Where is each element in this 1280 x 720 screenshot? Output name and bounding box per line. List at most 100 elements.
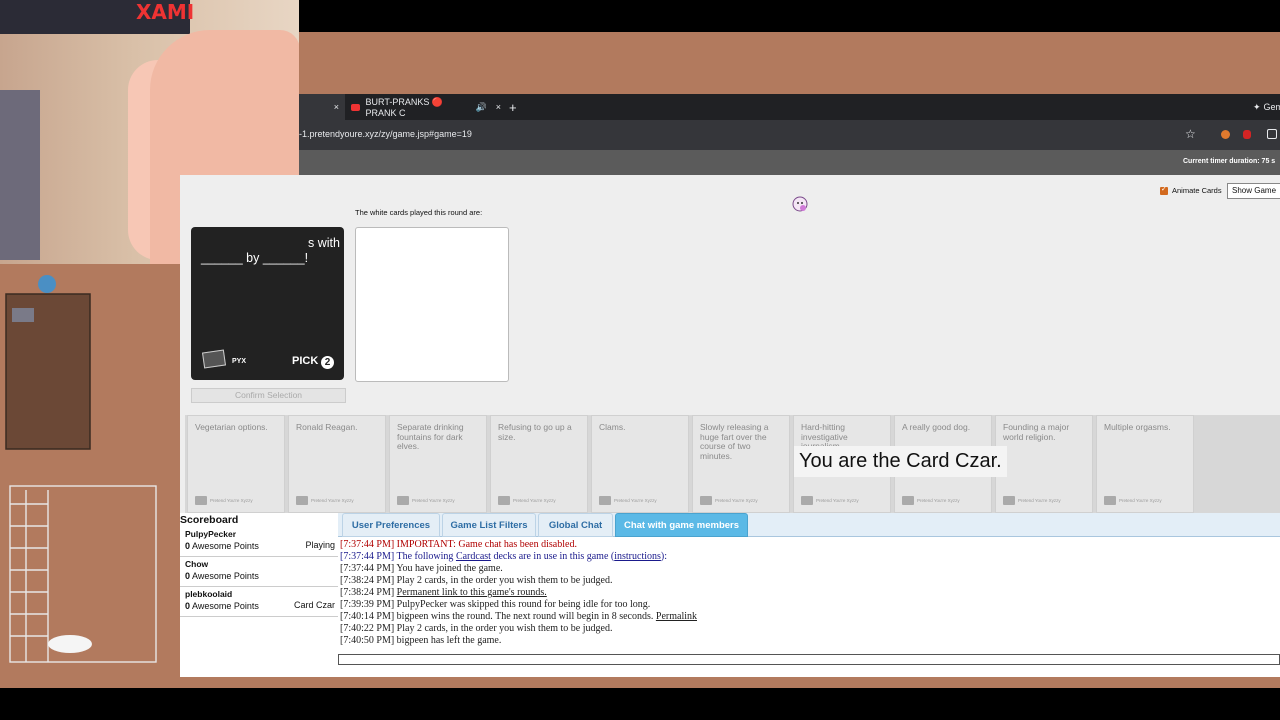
stream-drawing — [0, 264, 180, 688]
extension-shield-icon[interactable] — [1243, 130, 1251, 139]
drawing-knob — [12, 308, 34, 322]
chat-timestamp: [7:40:14 PM] — [340, 611, 395, 622]
black-card: s with ______ by ______! PYX PICK 2 — [191, 227, 344, 380]
player-points: 0 — [185, 601, 191, 611]
poster-text: XAMI — [136, 0, 195, 24]
browser-tab-bar: × BURT-PRANKS 🔴 PRANK C 🔊 × + ✦ Gem — [299, 94, 1280, 120]
hand-card-footer: Pretend You're Xyzzy — [599, 496, 657, 505]
hand-card[interactable]: Vegetarian options. Pretend You're Xyzzy — [187, 415, 285, 513]
hand-card[interactable]: Clams. Pretend You're Xyzzy — [591, 415, 689, 513]
drawing-pig — [48, 635, 92, 653]
pyx-mini-icon — [498, 496, 510, 505]
player-points-label: Awesome Points — [192, 541, 259, 551]
gemini-label: Gem — [1263, 102, 1280, 112]
tab-close-icon[interactable]: × — [334, 102, 339, 112]
chat-timestamp: [7:37:44 PM] — [340, 539, 395, 550]
drawing-lamp — [38, 275, 56, 293]
chat-line: [7:40:14 PM] bigpeen wins the round. The… — [340, 611, 697, 622]
pyx-mini-icon — [296, 496, 308, 505]
chat-line: [7:37:44 PM] The following Cardcast deck… — [340, 551, 667, 562]
hand-card-footer: Pretend You're Xyzzy — [801, 496, 859, 505]
game-page: ✓ Animate Cards Show Game The white card… — [180, 175, 1280, 677]
show-game-button[interactable]: Show Game — [1227, 183, 1280, 199]
hand-card-text: A really good dog. — [902, 422, 971, 432]
tab-user-preferences[interactable]: User Preferences — [342, 513, 440, 537]
animate-cards-checkbox[interactable]: ✓ — [1160, 186, 1168, 195]
wall-poster: XAMI — [0, 0, 194, 34]
hand-card[interactable]: Multiple orgasms. Pretend You're Xyzzy — [1096, 415, 1194, 513]
tab-game-list-filters[interactable]: Game List Filters — [442, 513, 536, 537]
hand-card-text: Refusing to go up a size. — [498, 422, 572, 442]
scoreboard-player-row: PulpyPecker 0 Awesome Points Playing — [180, 527, 338, 557]
played-white-card-slot — [355, 227, 509, 382]
player-status: Playing — [305, 540, 335, 550]
hand-card-footer-text: Pretend You're Xyzzy — [1119, 498, 1162, 503]
tab-chat-with-game-members[interactable]: Chat with game members — [615, 513, 748, 537]
player-points-label: Awesome Points — [192, 601, 259, 611]
new-tab-button[interactable]: + — [509, 94, 517, 120]
instructions-link[interactable]: instructions — [614, 551, 661, 562]
tab-title: BURT-PRANKS 🔴 PRANK C — [365, 96, 444, 118]
browser-tab-active[interactable]: × — [299, 94, 345, 120]
hand-card[interactable]: Refusing to go up a size. Pretend You're … — [490, 415, 588, 513]
hand-card-footer: Pretend You're Xyzzy — [1003, 496, 1061, 505]
permanent-link[interactable]: Permanent link to this game's rounds. — [397, 587, 547, 598]
youtube-icon — [351, 103, 360, 111]
pyx-mini-icon — [801, 496, 813, 505]
tab-global-chat[interactable]: Global Chat — [538, 513, 613, 537]
extensions-puzzle-icon[interactable] — [1267, 129, 1277, 139]
extension-icon[interactable] — [1221, 130, 1230, 139]
speaker-icon[interactable]: 🔊 — [476, 102, 487, 113]
chat-text: Play 2 cards, in the order you wish them… — [396, 575, 613, 586]
shelf — [0, 90, 40, 260]
pyx-mini-icon — [195, 496, 207, 505]
bottom-tab-bar: User Preferences Game List Filters Globa… — [338, 513, 1280, 537]
pyx-mini-icon — [1104, 496, 1116, 505]
chat-timestamp: [7:38:24 PM] — [340, 587, 395, 598]
pyx-logo-icon — [201, 349, 227, 369]
hand-card-text: Slowly releasing a huge fart over the co… — [700, 422, 769, 461]
hand-card-text: Founding a major world religion. — [1003, 422, 1070, 442]
address-bar: -1.pretendyoure.xyz/zy/game.jsp#game=19 … — [299, 120, 1280, 150]
pyx-mini-icon — [700, 496, 712, 505]
hand-card[interactable]: Separate drinking fountains for dark elv… — [389, 415, 487, 513]
star-icon[interactable]: ☆ — [1185, 127, 1196, 141]
scoreboard-title: Scoreboard — [180, 514, 239, 526]
hand-card-text: Vegetarian options. — [195, 422, 268, 432]
timer-duration: Current timer duration: 75 s — [1183, 158, 1276, 165]
cardcast-link[interactable]: Cardcast — [456, 551, 491, 562]
chat-text: decks are in use in this game ( — [490, 551, 615, 562]
player-points: 0 — [185, 541, 191, 551]
permalink-link[interactable]: Permalink — [656, 611, 697, 622]
player-name: plebkoolaid — [185, 589, 233, 599]
animate-cards-label: Animate Cards — [1172, 186, 1222, 195]
sparkle-icon: ✦ — [1253, 101, 1261, 112]
hand-card[interactable]: Founding a major world religion. Pretend … — [995, 415, 1093, 513]
chat-text: IMPORTANT: Game chat has been disabled. — [396, 539, 577, 550]
url-text[interactable]: -1.pretendyoure.xyz/zy/game.jsp#game=19 — [299, 129, 472, 139]
animate-cards-option[interactable]: ✓ Animate Cards — [1160, 186, 1222, 195]
chat-text: bigpeen has left the game. — [396, 635, 502, 646]
chat-timestamp: [7:39:39 PM] — [340, 599, 395, 610]
pick-label: PICK — [292, 355, 319, 367]
hand-card-footer: Pretend You're Xyzzy — [195, 496, 253, 505]
hand-card-footer: Pretend You're Xyzzy — [902, 496, 960, 505]
chat-line: [7:39:39 PM] PulpyPecker was skipped thi… — [340, 599, 650, 610]
hand-card-footer-text: Pretend You're Xyzzy — [715, 498, 758, 503]
browser-tab-youtube[interactable]: BURT-PRANKS 🔴 PRANK C 🔊 × — [351, 94, 501, 120]
hand-card-footer-text: Pretend You're Xyzzy — [1018, 498, 1061, 503]
hand-card[interactable]: Ronald Reagan. Pretend You're Xyzzy — [288, 415, 386, 513]
chat-text: You have joined the game. — [396, 563, 503, 574]
white-cards-heading: The white cards played this round are: — [355, 208, 483, 217]
hand-card-footer: Pretend You're Xyzzy — [498, 496, 556, 505]
chat-text: The following — [396, 551, 456, 562]
confirm-selection-button[interactable]: Confirm Selection — [191, 388, 346, 403]
chat-timestamp: [7:40:50 PM] — [340, 635, 395, 646]
tab-close-icon[interactable]: × — [496, 102, 501, 112]
black-card-text-line1: s with — [308, 236, 340, 250]
gemini-button[interactable]: ✦ Gem — [1253, 94, 1280, 120]
hand-card[interactable]: Slowly releasing a huge fart over the co… — [692, 415, 790, 513]
ghost-cursor-icon — [790, 195, 810, 215]
chat-input[interactable] — [338, 654, 1280, 665]
chat-timestamp: [7:37:44 PM] — [340, 551, 395, 562]
